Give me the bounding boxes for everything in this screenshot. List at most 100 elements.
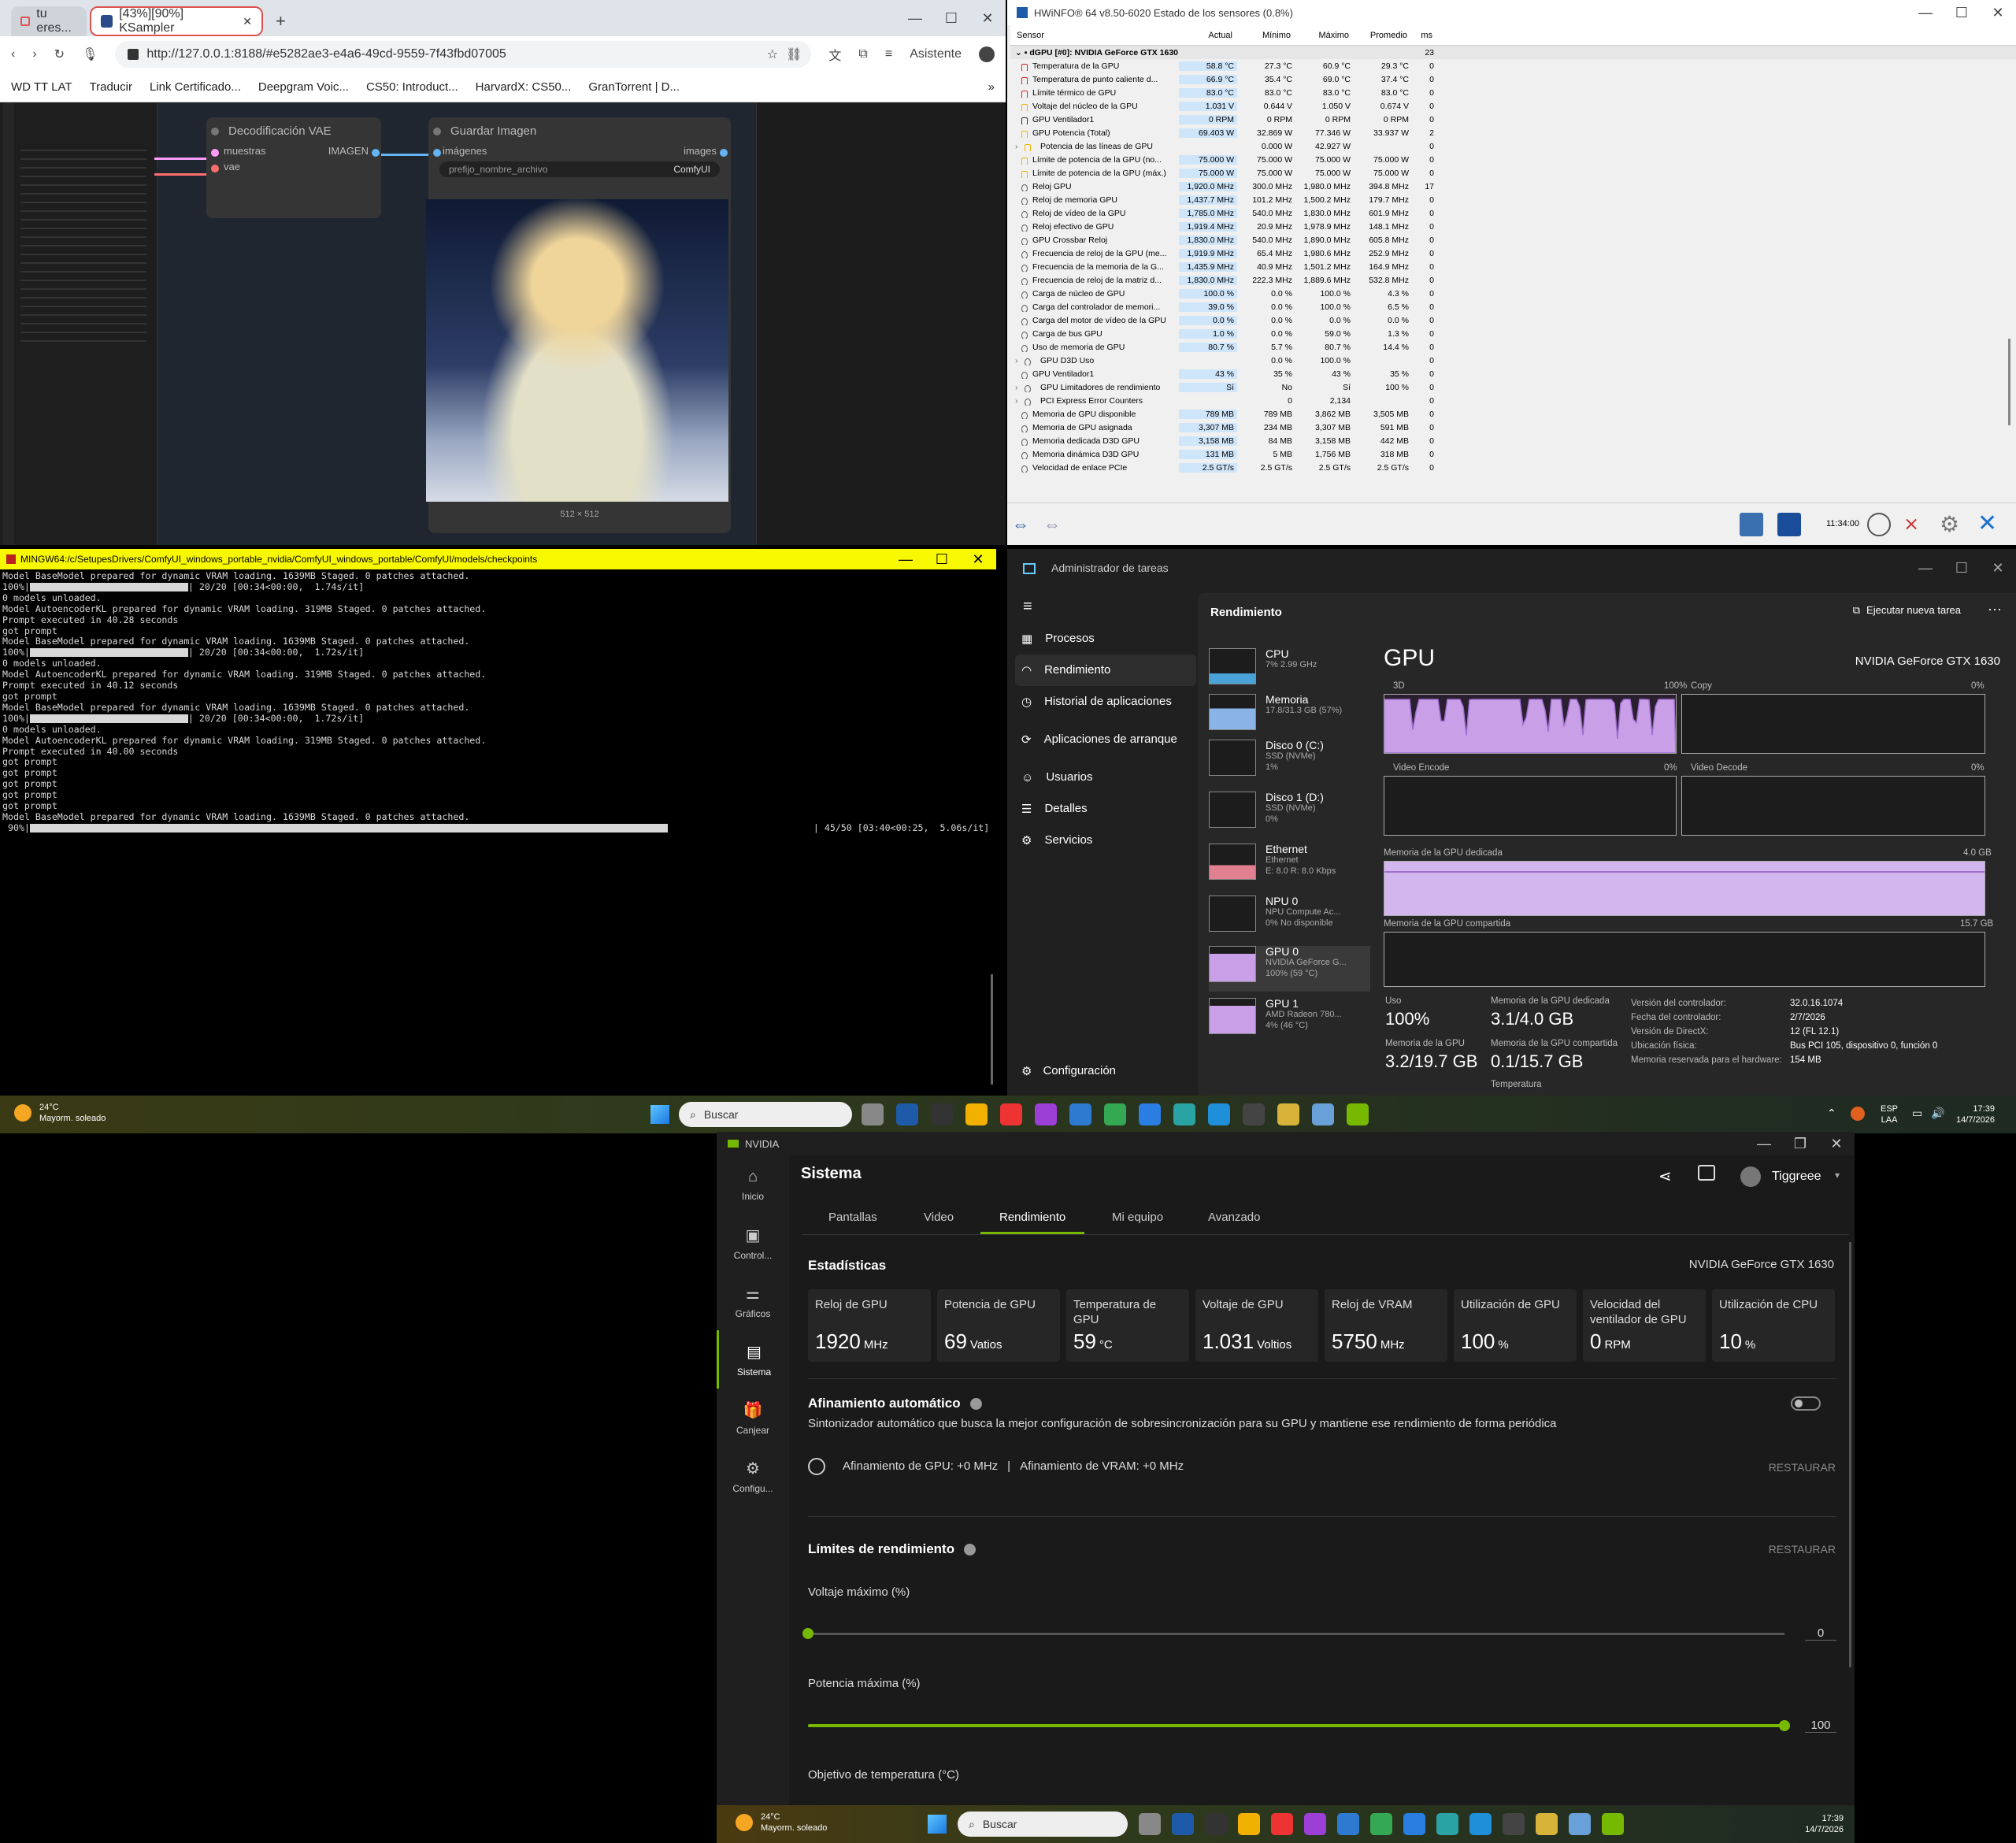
sensor-row[interactable]: Uso de memoria de GPU 80.7 % 5.7 % 80.7 % 14… <box>1010 340 2016 354</box>
minimize-icon[interactable]: — <box>1746 1132 1782 1155</box>
resource-item[interactable]: CPU 7% 2.99 GHz <box>1209 648 1370 694</box>
minimize-icon[interactable]: — <box>1907 0 1944 25</box>
taskbar-app-icon[interactable] <box>1271 1813 1293 1835</box>
clock[interactable]: 17:39 14/7/2026 <box>1805 1813 1844 1835</box>
expand-icon[interactable]: › <box>1015 396 1018 406</box>
taskbar-app-icon[interactable] <box>1238 1813 1260 1835</box>
nav-servicios[interactable]: ⚙ Servicios <box>1015 825 1196 856</box>
nav-historial-de-aplicaciones[interactable]: ◷ Historial de aplicaciones <box>1015 686 1196 718</box>
settings-icon[interactable]: ⚙ <box>1940 511 1959 537</box>
bookmark[interactable]: Link Certificado... <box>150 80 241 94</box>
resource-item[interactable]: Disco 0 (C:) SSD (NVMe) 1% <box>1209 740 1370 785</box>
taskbar-app-icon[interactable] <box>1243 1103 1265 1125</box>
sensor-row[interactable]: Memoria dedicada D3D GPU 3,158 MB 84 MB 3,1… <box>1010 434 2016 447</box>
user-name[interactable]: Tiggreee <box>1772 1170 1821 1184</box>
sensor-row[interactable]: GPU Potencia (Total) 69.403 W 32.869 W 77.3… <box>1010 126 2016 139</box>
expand-icon[interactable]: › <box>1015 142 1018 151</box>
restore-limits-button[interactable]: RESTAURAR <box>1769 1543 1836 1556</box>
nvidia-nav-1[interactable]: ▣ Control... <box>717 1214 789 1272</box>
chevron-up-icon[interactable]: ⌃ <box>1827 1107 1836 1120</box>
taskbar-app-icon[interactable] <box>1337 1813 1359 1835</box>
voltage-slider-thumb[interactable] <box>802 1628 813 1639</box>
translate-icon[interactable]: 文 <box>828 45 841 64</box>
nvidia-nav-2[interactable]: ⚌ Gráficos <box>717 1272 789 1330</box>
close-icon[interactable]: ✕ <box>1818 1132 1855 1155</box>
close-tab-icon[interactable]: ✕ <box>243 15 252 28</box>
taskbar-app-icon[interactable] <box>1312 1103 1334 1125</box>
clock[interactable]: 17:39 14/7/2026 <box>1956 1103 1995 1125</box>
restore-icon[interactable]: ❐ <box>1782 1132 1818 1155</box>
bookmark[interactable]: WD TT LAT <box>11 80 72 94</box>
browser-tab[interactable]: tu eres... <box>11 6 87 36</box>
chevron-down-icon[interactable]: ▾ <box>1835 1170 1840 1181</box>
taskbar-app-icon[interactable] <box>1304 1813 1326 1835</box>
tab-1[interactable]: Video <box>924 1211 954 1224</box>
tab-4[interactable]: Avanzado <box>1208 1211 1260 1224</box>
close-icon[interactable]: ✕ <box>969 0 1006 36</box>
nav-rendimiento[interactable]: ◠ Rendimiento <box>1015 655 1196 686</box>
sensor-row[interactable]: Memoria dinámica D3D GPU 131 MB 5 MB 1,756 … <box>1010 447 2016 461</box>
taskbar-app-icon[interactable] <box>1069 1103 1091 1125</box>
star-icon[interactable]: ☆ <box>767 46 778 62</box>
restore-autotune-button[interactable]: RESTAURAR <box>1769 1461 1836 1474</box>
sensor-row[interactable]: › GPU Limitadores de rendimiento Sí No Sí 100… <box>1010 380 2016 394</box>
reset-icon[interactable]: ⨯ <box>1903 513 1927 536</box>
expand-icon[interactable]: › <box>1015 356 1018 365</box>
bookmark[interactable]: CS50: Introduct... <box>366 80 458 94</box>
profile-avatar[interactable] <box>979 46 995 62</box>
bookmark[interactable]: HarvardX: CS50... <box>476 80 572 94</box>
minimize-icon[interactable]: — <box>1907 549 1944 587</box>
info-icon[interactable] <box>964 1543 976 1556</box>
sensor-row[interactable]: Reloj GPU 1,920.0 MHz 300.0 MHz 1,980.0 MHz… <box>1010 180 2016 193</box>
sensor-row[interactable]: GPU Ventilador1 43 % 35 % 43 % 35 % 0 <box>1010 367 2016 380</box>
sensor-group-row[interactable]: ⌄ ▪ dGPU [#0]: NVIDIA GeForce GTX 1630 2… <box>1010 46 2016 59</box>
taskbar-app-icon[interactable] <box>1536 1813 1558 1835</box>
sensor-row[interactable]: Reloj de memoria GPU 1,437.7 MHz 101.2 MHz… <box>1010 193 2016 206</box>
menu-icon[interactable]: ≡ <box>885 47 892 61</box>
comfyui-canvas[interactable]: Decodificación VAE muestras vae IMAGEN G… <box>0 103 1006 545</box>
hamburger-icon[interactable]: ≡ <box>1023 598 1032 616</box>
scrollbar[interactable] <box>2005 47 2013 496</box>
sensor-row[interactable]: GPU Crossbar Reloj 1,830.0 MHz 540.0 MHz 1,… <box>1010 233 2016 247</box>
taskbar-app-icon[interactable] <box>1173 1103 1195 1125</box>
weather-widget[interactable]: 24°C Mayorm. soleado <box>14 1102 106 1124</box>
exit-icon[interactable]: ✕ <box>1977 510 1997 537</box>
maximize-icon[interactable]: ☐ <box>1944 549 1980 587</box>
maximize-icon[interactable]: ☐ <box>924 549 960 569</box>
search-box[interactable]: ⌕ Buscar <box>679 1102 852 1127</box>
sensor-row[interactable]: Carga de bus GPU 1.0 % 0.0 % 59.0 % 1.3 % 0 <box>1010 327 2016 340</box>
sensor-row[interactable]: Temperatura de punto caliente d... 66.9 °… <box>1010 72 2016 86</box>
feedback-icon[interactable] <box>1698 1165 1715 1181</box>
forward-icon[interactable]: › <box>32 47 36 61</box>
save-image-node[interactable]: Guardar Imagen imágenes images prefijo_n… <box>426 117 731 533</box>
taskbar-app-icon[interactable] <box>931 1103 953 1125</box>
close-icon[interactable]: ✕ <box>1980 549 2016 587</box>
voltage-slider-track[interactable] <box>808 1633 1784 1635</box>
power-value[interactable]: 100 <box>1805 1719 1836 1733</box>
network-icon[interactable] <box>1740 513 1763 536</box>
scrollbar[interactable] <box>991 974 993 1085</box>
bookmark[interactable]: Deepgram Voic... <box>258 80 349 94</box>
taskbar-app-icon[interactable] <box>1000 1103 1022 1125</box>
filename-prefix-field[interactable]: prefijo_nombre_archivo ComfyUI <box>439 161 720 177</box>
sensor-row[interactable]: Temperatura de la GPU 58.8 °C 27.3 °C 60.9 … <box>1010 59 2016 72</box>
output-image[interactable] <box>426 199 728 502</box>
voltage-value[interactable]: 0 <box>1805 1626 1836 1641</box>
taskbar-app-icon[interactable] <box>862 1103 884 1125</box>
maximize-icon[interactable]: ☐ <box>1944 0 1980 25</box>
reload-icon[interactable]: ↻ <box>54 46 65 62</box>
tray-icon[interactable] <box>1851 1107 1865 1121</box>
address-bar[interactable]: http://127.0.0.1:8188/#e5282ae3-e4a6-49c… <box>115 41 812 68</box>
taskbar-app-icon[interactable] <box>896 1103 918 1125</box>
nav-detalles[interactable]: ☰ Detalles <box>1015 793 1196 825</box>
collapse-icon[interactable]: ⌄ ▪ <box>1015 48 1029 57</box>
sensor-row[interactable]: Reloj efectivo de GPU 1,919.4 MHz 20.9 MHz… <box>1010 220 2016 233</box>
sensor-row[interactable]: Frecuencia de la memoria de la G... 1,435… <box>1010 260 2016 273</box>
sensor-row[interactable]: Velocidad de enlace PCIe 2.5 GT/s 2.5 GT/s… <box>1010 461 2016 474</box>
search-box[interactable]: ⌕ Buscar <box>958 1811 1128 1837</box>
taskbar-app-icon[interactable] <box>1602 1813 1624 1835</box>
taskbar-app-icon[interactable] <box>1035 1103 1057 1125</box>
info-icon[interactable] <box>969 1397 982 1410</box>
vae-decode-node[interactable]: Decodificación VAE muestras vae IMAGEN <box>206 117 381 218</box>
scrollbar[interactable] <box>1849 1242 1851 1667</box>
